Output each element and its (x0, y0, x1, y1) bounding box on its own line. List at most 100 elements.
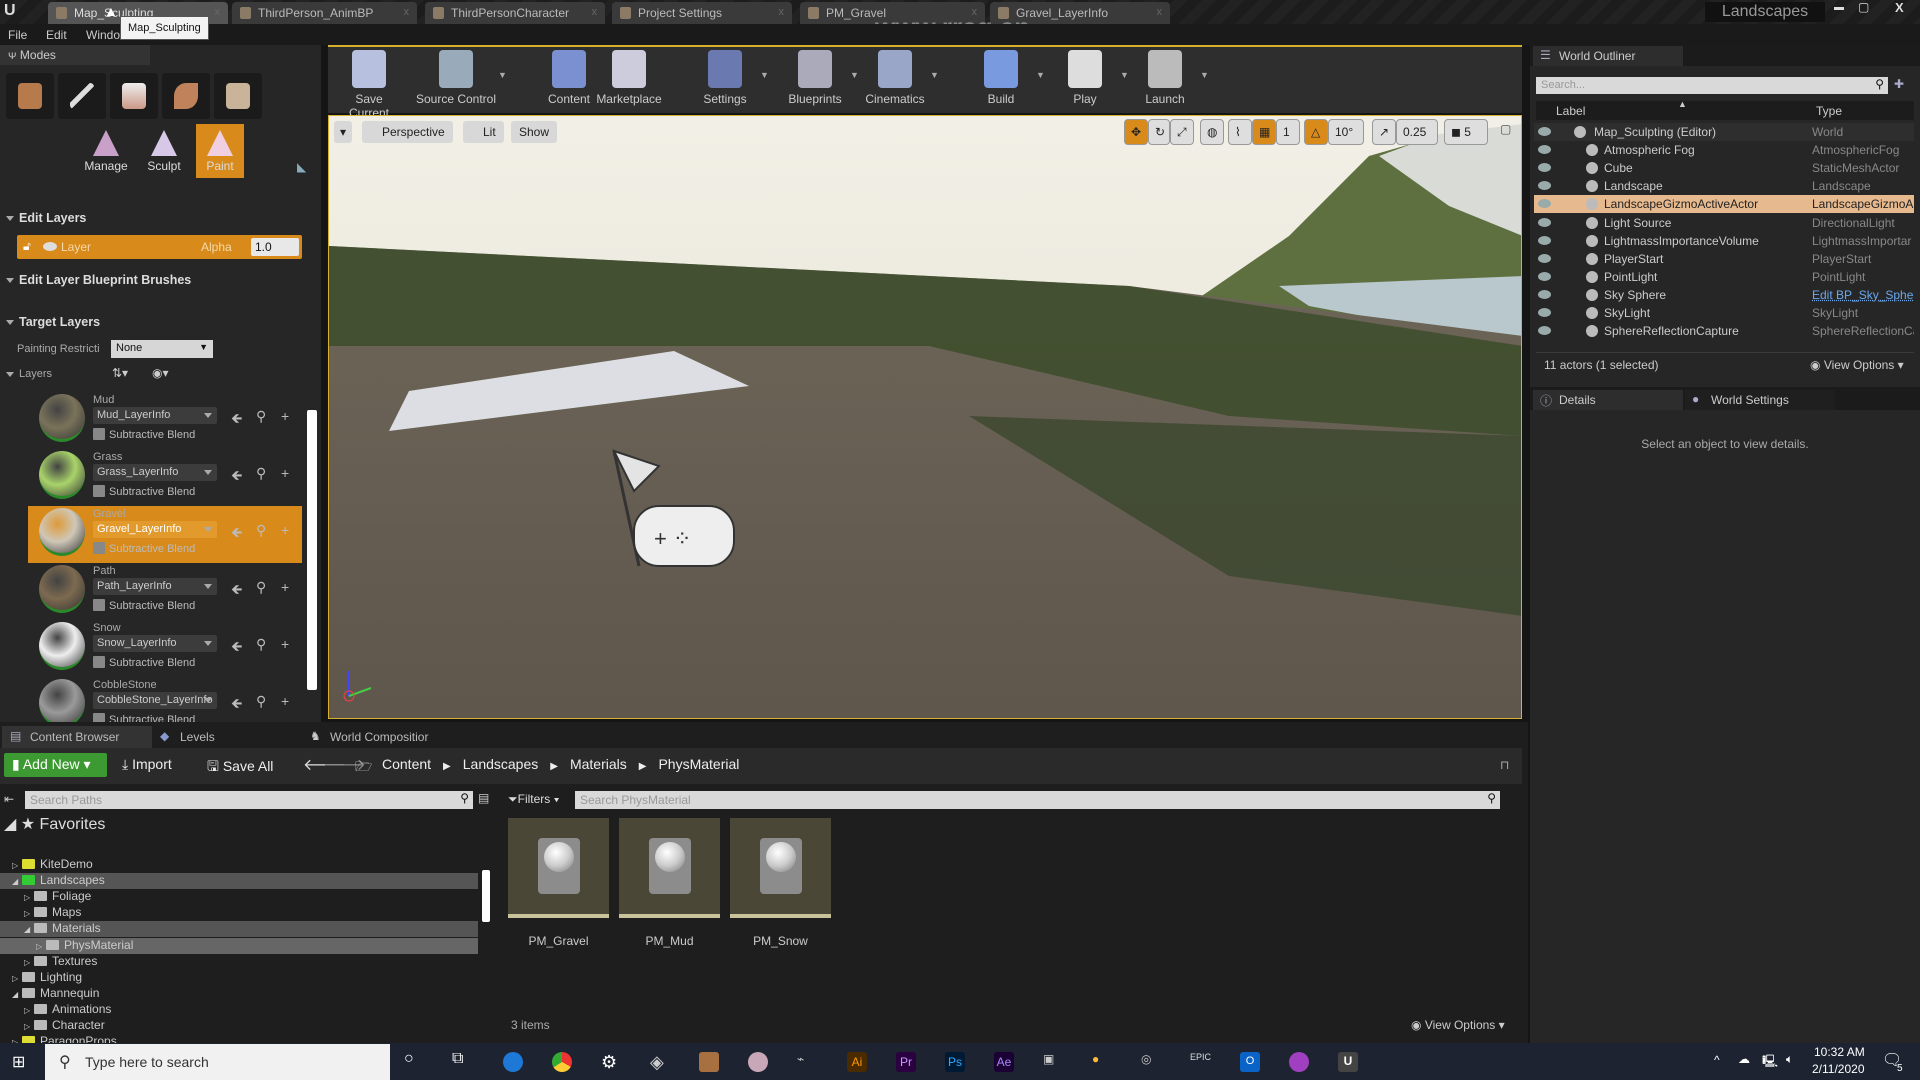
chevron-down-icon[interactable]: ▼ (1036, 70, 1045, 80)
target-layer-snow[interactable]: Snow Snow_LayerInfo Subtractive Blend 🡸 ⚲ + (28, 620, 302, 677)
outliner-row[interactable]: Cube StaticMeshActor (1534, 159, 1914, 177)
chevron-down-icon[interactable]: ▼ (930, 70, 939, 80)
modes-tab[interactable]: ᴪ Modes (0, 45, 150, 65)
outliner-search-input[interactable]: Search... ⚲ (1536, 77, 1888, 94)
target-layers-header[interactable]: Target Layers (6, 315, 100, 329)
photoshop-icon[interactable]: Ps (945, 1052, 965, 1072)
path-view-options-icon[interactable]: ▤ (478, 791, 489, 805)
sources-toggle-icon[interactable]: ⇤ (4, 792, 14, 806)
browse-icon[interactable]: ⚲ (256, 408, 266, 425)
perspective-button[interactable]: Perspective (362, 121, 453, 143)
create-icon[interactable]: + (281, 636, 289, 652)
task-view-icon[interactable]: ⧉ (452, 1050, 463, 1068)
premiere-icon[interactable]: Pr (896, 1052, 916, 1072)
grid-snap-icon[interactable]: ▦ (1252, 119, 1276, 145)
outliner-row[interactable]: LandscapeGizmoActiveActor LandscapeGizmoA (1534, 195, 1914, 214)
collapsed-arrow-icon[interactable]: ▷ (24, 909, 34, 918)
breadcrumb-item[interactable]: PhysMaterial (658, 756, 739, 772)
folder-tree-item[interactable]: ▷ Textures (0, 954, 478, 970)
collapsed-arrow-icon[interactable]: ▷ (12, 861, 22, 870)
outliner-row[interactable]: Light Source DirectionalLight (1534, 214, 1914, 232)
place-mode-icon[interactable] (6, 73, 54, 119)
eye-icon[interactable] (1538, 163, 1551, 173)
world-settings-tab[interactable]: ● World Settings (1685, 390, 1835, 410)
breadcrumb-separator-icon[interactable]: ▶ (443, 761, 451, 772)
breadcrumb-separator-icon[interactable]: ▶ (639, 761, 647, 772)
folder-tree-item[interactable]: ◢ Materials (0, 921, 478, 938)
folder-tree-item[interactable]: ▷ Character (0, 1018, 478, 1034)
target-layer-path[interactable]: Path Path_LayerInfo Subtractive Blend 🡸 ⚲ + (28, 563, 302, 620)
close-button[interactable]: X (1895, 0, 1904, 15)
clock-time[interactable]: 10:32 AM (1814, 1045, 1865, 1059)
after-effects-icon[interactable]: Ae (994, 1052, 1014, 1072)
collapsed-arrow-icon[interactable]: ▷ (36, 942, 46, 951)
paint-mode-icon[interactable] (58, 73, 106, 119)
eye-icon[interactable] (1538, 181, 1551, 191)
collapsed-arrow-icon[interactable]: ▷ (12, 974, 22, 983)
toolbar-play-button[interactable]: Play (1050, 50, 1120, 106)
sort-icon[interactable]: ⇅▾ (112, 366, 128, 380)
outliner-row[interactable]: Map_Sculpting (Editor) World (1534, 123, 1914, 141)
maximize-viewport-icon[interactable]: ▢ (1500, 122, 1511, 136)
outliner-tab[interactable]: ☰ World Outliner (1533, 46, 1683, 66)
eye-icon[interactable] (1538, 308, 1551, 317)
tool-sculpt[interactable]: Sculpt (138, 124, 190, 178)
chevron-down-icon[interactable]: ▼ (498, 70, 507, 80)
menu-file[interactable]: File (8, 28, 27, 42)
create-icon[interactable]: + (281, 693, 289, 709)
asset-tile[interactable] (619, 818, 720, 918)
add-filter-icon[interactable]: ✚ (1894, 77, 1904, 91)
layer-info-dropdown[interactable]: CobbleStone_LayerInfo (93, 692, 217, 709)
use-selected-icon[interactable]: 🡸 (231, 693, 242, 717)
tree-scrollbar[interactable] (482, 870, 490, 922)
edge-icon[interactable] (503, 1052, 523, 1072)
menu-window[interactable]: Windo (86, 28, 120, 42)
eye-icon[interactable] (1538, 145, 1551, 155)
menu-edit[interactable]: Edit (46, 28, 67, 42)
foliage-mode-icon[interactable] (162, 73, 210, 119)
painting-restriction-dropdown[interactable]: None ▼ (111, 340, 213, 358)
browse-icon[interactable]: ⚲ (256, 579, 266, 596)
column-label[interactable]: Label (1556, 104, 1585, 118)
surface-snap-icon[interactable]: ⌇ (1228, 119, 1252, 145)
create-icon[interactable]: + (281, 408, 289, 424)
tab-content-browser[interactable]: ▤ Content Browser (2, 726, 152, 748)
browse-icon[interactable]: ⚲ (256, 465, 266, 482)
blueprint-brushes-header[interactable]: Edit Layer Blueprint Brushes (6, 273, 191, 287)
close-tab-icon[interactable]: x (215, 6, 221, 18)
use-selected-icon[interactable]: 🡸 (231, 579, 242, 603)
browse-icon[interactable]: ⚲ (256, 636, 266, 653)
use-selected-icon[interactable]: 🡸 (231, 636, 242, 660)
maximize-button[interactable]: ▢ (1858, 0, 1869, 14)
chevron-down-icon[interactable]: ▼ (760, 70, 769, 80)
subtractive-blend-checkbox[interactable]: Subtractive Blend (93, 428, 195, 441)
eye-icon[interactable] (1538, 199, 1551, 209)
breadcrumb-item[interactable]: Content (382, 756, 431, 772)
browse-icon[interactable]: ⚲ (256, 693, 266, 710)
epic-games-icon[interactable]: EPIC (1190, 1052, 1211, 1072)
filters-button[interactable]: ⏷Filters ▾ (508, 792, 559, 807)
create-icon[interactable]: + (281, 522, 289, 538)
toolbar-settings-button[interactable]: Settings (690, 50, 760, 106)
scale-snap-icon[interactable]: ↗ (1372, 119, 1396, 145)
eye-icon[interactable] (1538, 289, 1551, 299)
tab-levels[interactable]: ◆ Levels (152, 726, 292, 748)
outliner-row[interactable]: SkyLight SkyLight (1534, 304, 1914, 322)
level-viewport[interactable]: + ⁘ (328, 115, 1522, 719)
breadcrumb-item[interactable]: Materials (570, 756, 627, 772)
eye-icon[interactable] (1538, 253, 1551, 263)
folder-tree-item[interactable]: ▷ Maps (0, 905, 478, 921)
folder-tree-item[interactable]: ▷ PhysMaterial (0, 937, 478, 954)
asset-tile[interactable] (730, 818, 831, 918)
collapsed-arrow-icon[interactable]: ▷ (24, 1006, 34, 1015)
illustrator-icon[interactable]: Ai (847, 1052, 867, 1072)
outliner-row[interactable]: PointLight PointLight (1534, 268, 1914, 286)
toolbar-source-control-button[interactable]: Source Control (414, 50, 498, 106)
start-button[interactable]: ⊞ (12, 1052, 25, 1072)
column-type[interactable]: Type (1816, 104, 1842, 118)
rotation-snap-icon[interactable]: △ (1304, 119, 1328, 145)
chrome-icon[interactable] (552, 1052, 572, 1072)
layer-row[interactable]: 🔓︎ Layer Alpha 1.0 (17, 235, 302, 259)
eye-icon[interactable] (1538, 217, 1551, 227)
subtractive-blend-checkbox[interactable]: Subtractive Blend (93, 656, 195, 669)
